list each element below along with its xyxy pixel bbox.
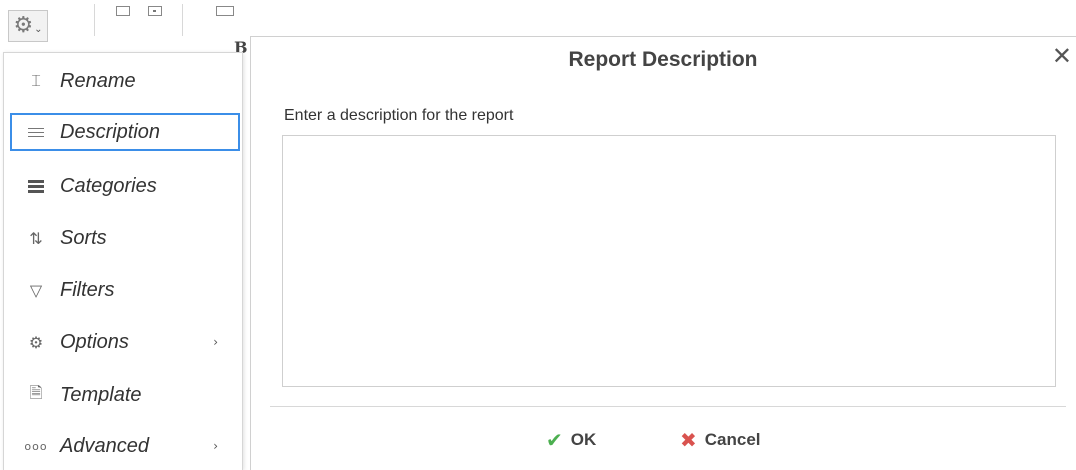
- toolbar-divider: [94, 4, 95, 36]
- menu-item-label: Advanced: [60, 434, 149, 457]
- menu-item-template[interactable]: 🗎 Template: [10, 376, 240, 414]
- settings-gear-button[interactable]: ⚙ ⌄: [8, 10, 48, 42]
- close-icon[interactable]: ✕: [1052, 44, 1072, 68]
- menu-item-label: Options: [60, 330, 129, 353]
- submenu-arrow-icon: ›: [213, 335, 218, 349]
- filter-funnel-icon: ▽: [29, 280, 43, 300]
- ok-button[interactable]: ✔ OK: [546, 426, 596, 454]
- menu-item-label: Rename: [60, 69, 136, 92]
- menu-item-categories[interactable]: Categories: [10, 167, 240, 205]
- report-description-dialog: Report Description ✕ Enter a description…: [250, 36, 1076, 470]
- dialog-border: [250, 36, 251, 470]
- chevron-down-icon: ⌄: [34, 23, 43, 35]
- menu-item-options[interactable]: ⚙ Options ›: [10, 323, 240, 361]
- menu-item-label: Description: [60, 120, 161, 143]
- toolbar-divider: [182, 4, 183, 36]
- description-prompt-label: Enter a description for the report: [284, 107, 514, 124]
- dialog-border: [250, 36, 1076, 37]
- template-doc-icon: 🗎: [29, 382, 43, 402]
- description-textarea[interactable]: [282, 135, 1056, 387]
- toolbar-frame-icon[interactable]: [148, 6, 162, 16]
- sort-az-icon: ⇅: [29, 228, 43, 248]
- advanced-dots-icon: ooo: [24, 439, 48, 453]
- menu-item-filters[interactable]: ▽ Filters: [10, 271, 240, 309]
- toolbar-layout-icon[interactable]: [116, 6, 130, 16]
- categories-bars-icon: [12, 179, 60, 193]
- menu-item-label: Filters: [60, 278, 115, 301]
- dialog-footer-divider: [270, 406, 1066, 407]
- cancel-button-label: Cancel: [704, 430, 761, 449]
- dialog-title: Report Description: [568, 48, 758, 71]
- cancel-x-icon: ✖: [680, 428, 697, 452]
- gear-icon: ⚙: [13, 13, 34, 38]
- options-gear-icon: ⚙: [28, 332, 44, 352]
- report-settings-menu: ⌶ Rename Description Categories ⇅ Sorts …: [3, 52, 243, 470]
- menu-item-label: Sorts: [60, 226, 107, 249]
- menu-item-rename[interactable]: ⌶ Rename: [10, 62, 240, 100]
- toolbar-image-icon[interactable]: [216, 6, 234, 16]
- menu-item-sorts[interactable]: ⇅ Sorts: [10, 219, 240, 257]
- checkmark-icon: ✔: [546, 428, 563, 452]
- menu-item-advanced[interactable]: ooo Advanced ›: [10, 427, 240, 465]
- submenu-arrow-icon: ›: [213, 439, 218, 453]
- description-lines-icon: [12, 127, 60, 137]
- menu-item-description[interactable]: Description: [10, 113, 240, 151]
- ok-button-label: OK: [570, 430, 597, 449]
- menu-item-label: Template: [60, 383, 142, 406]
- cancel-button[interactable]: ✖ Cancel: [680, 426, 761, 454]
- menu-item-label: Categories: [60, 174, 157, 197]
- rename-icon: ⌶: [31, 71, 41, 90]
